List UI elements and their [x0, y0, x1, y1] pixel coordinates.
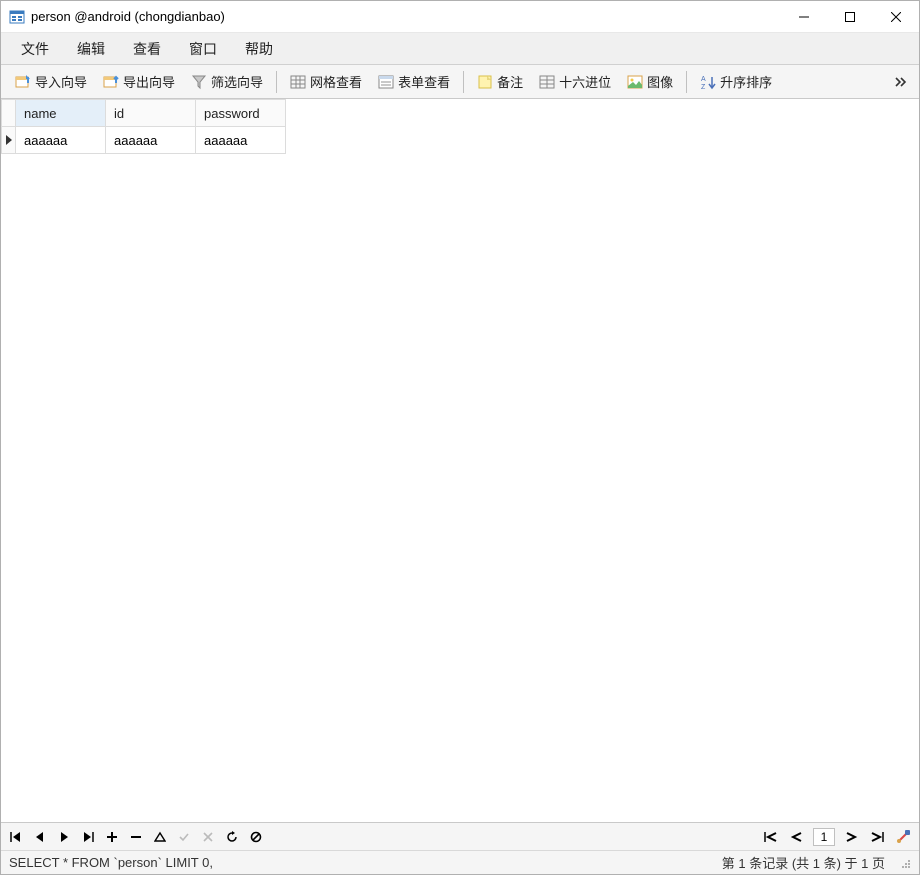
- app-icon: [9, 9, 25, 25]
- svg-text:Z: Z: [701, 84, 706, 90]
- export-wizard-button[interactable]: 导出向导: [95, 68, 183, 95]
- record-navigator: [1, 822, 919, 850]
- sort-asc-label: 升序排序: [720, 72, 772, 91]
- settings-button[interactable]: [893, 828, 913, 846]
- toolbar-separator: [463, 71, 464, 93]
- next-page-button[interactable]: [841, 828, 861, 846]
- export-wizard-label: 导出向导: [123, 72, 175, 91]
- filter-icon: [191, 74, 207, 90]
- menu-edit[interactable]: 编辑: [63, 33, 119, 65]
- titlebar: person @android (chongdianbao): [1, 1, 919, 33]
- toolbar-separator: [686, 71, 687, 93]
- column-header[interactable]: password: [196, 100, 286, 127]
- sort-asc-icon: AZ: [700, 74, 716, 90]
- menu-file[interactable]: 文件: [7, 33, 63, 65]
- grid-view-label: 网格查看: [310, 72, 362, 91]
- page-number-input[interactable]: [813, 828, 835, 846]
- menu-window[interactable]: 窗口: [175, 33, 231, 65]
- hex-button[interactable]: 十六进位: [531, 68, 619, 95]
- toolbar-overflow-button[interactable]: [889, 72, 913, 92]
- note-label: 备注: [497, 72, 523, 91]
- image-button[interactable]: 图像: [619, 68, 681, 95]
- grid-view-button[interactable]: 网格查看: [282, 68, 370, 95]
- menu-help[interactable]: 帮助: [231, 33, 287, 65]
- cell[interactable]: aaaaaa: [106, 127, 196, 154]
- row-indicator-cell[interactable]: [2, 127, 16, 154]
- form-view-button[interactable]: 表单查看: [370, 68, 458, 95]
- import-wizard-button[interactable]: 导入向导: [7, 68, 95, 95]
- table-row[interactable]: aaaaaa aaaaaa aaaaaa: [2, 127, 286, 154]
- column-header[interactable]: name: [16, 100, 106, 127]
- column-header[interactable]: id: [106, 100, 196, 127]
- note-button[interactable]: 备注: [469, 68, 531, 95]
- edit-record-button[interactable]: [151, 828, 169, 846]
- image-icon: [627, 74, 643, 90]
- add-record-button[interactable]: [103, 828, 121, 846]
- resize-grip-icon[interactable]: [899, 857, 911, 869]
- current-row-indicator-icon: [6, 135, 12, 145]
- image-label: 图像: [647, 72, 673, 91]
- row-header-gutter[interactable]: [2, 100, 16, 127]
- status-sql: SELECT * FROM `person` LIMIT 0,: [9, 855, 213, 870]
- cell[interactable]: aaaaaa: [196, 127, 286, 154]
- close-button[interactable]: [873, 1, 919, 33]
- form-icon: [378, 74, 394, 90]
- data-grid-area[interactable]: name id password aaaaaa aaaaaa aaaaaa: [1, 99, 919, 822]
- menubar: 文件 编辑 查看 窗口 帮助: [1, 33, 919, 65]
- next-record-button[interactable]: [55, 828, 73, 846]
- last-record-button[interactable]: [79, 828, 97, 846]
- stop-button[interactable]: [247, 828, 265, 846]
- import-wizard-label: 导入向导: [35, 72, 87, 91]
- minimize-button[interactable]: [781, 1, 827, 33]
- cancel-button[interactable]: [199, 828, 217, 846]
- first-page-button[interactable]: [761, 828, 781, 846]
- statusbar: SELECT * FROM `person` LIMIT 0, 第 1 条记录 …: [1, 850, 919, 874]
- window-title: person @android (chongdianbao): [31, 9, 225, 24]
- data-grid[interactable]: name id password aaaaaa aaaaaa aaaaaa: [1, 99, 286, 154]
- export-icon: [103, 74, 119, 90]
- apply-button[interactable]: [175, 828, 193, 846]
- import-icon: [15, 74, 31, 90]
- status-records: 第 1 条记录 (共 1 条) 于 1 页: [722, 853, 899, 872]
- note-icon: [477, 74, 493, 90]
- maximize-button[interactable]: [827, 1, 873, 33]
- last-page-button[interactable]: [867, 828, 887, 846]
- grid-icon: [290, 74, 306, 90]
- toolbar-separator: [276, 71, 277, 93]
- prev-record-button[interactable]: [31, 828, 49, 846]
- first-record-button[interactable]: [7, 828, 25, 846]
- filter-wizard-button[interactable]: 筛选向导: [183, 68, 271, 95]
- svg-text:A: A: [701, 76, 706, 83]
- hex-icon: [539, 74, 555, 90]
- cell[interactable]: aaaaaa: [16, 127, 106, 154]
- delete-record-button[interactable]: [127, 828, 145, 846]
- hex-label: 十六进位: [559, 72, 611, 91]
- sort-asc-button[interactable]: AZ 升序排序: [692, 68, 780, 95]
- toolbar: 导入向导 导出向导 筛选向导 网格查看 表单查看 备注 十六进位: [1, 65, 919, 99]
- refresh-button[interactable]: [223, 828, 241, 846]
- menu-view[interactable]: 查看: [119, 33, 175, 65]
- prev-page-button[interactable]: [787, 828, 807, 846]
- filter-wizard-label: 筛选向导: [211, 72, 263, 91]
- form-view-label: 表单查看: [398, 72, 450, 91]
